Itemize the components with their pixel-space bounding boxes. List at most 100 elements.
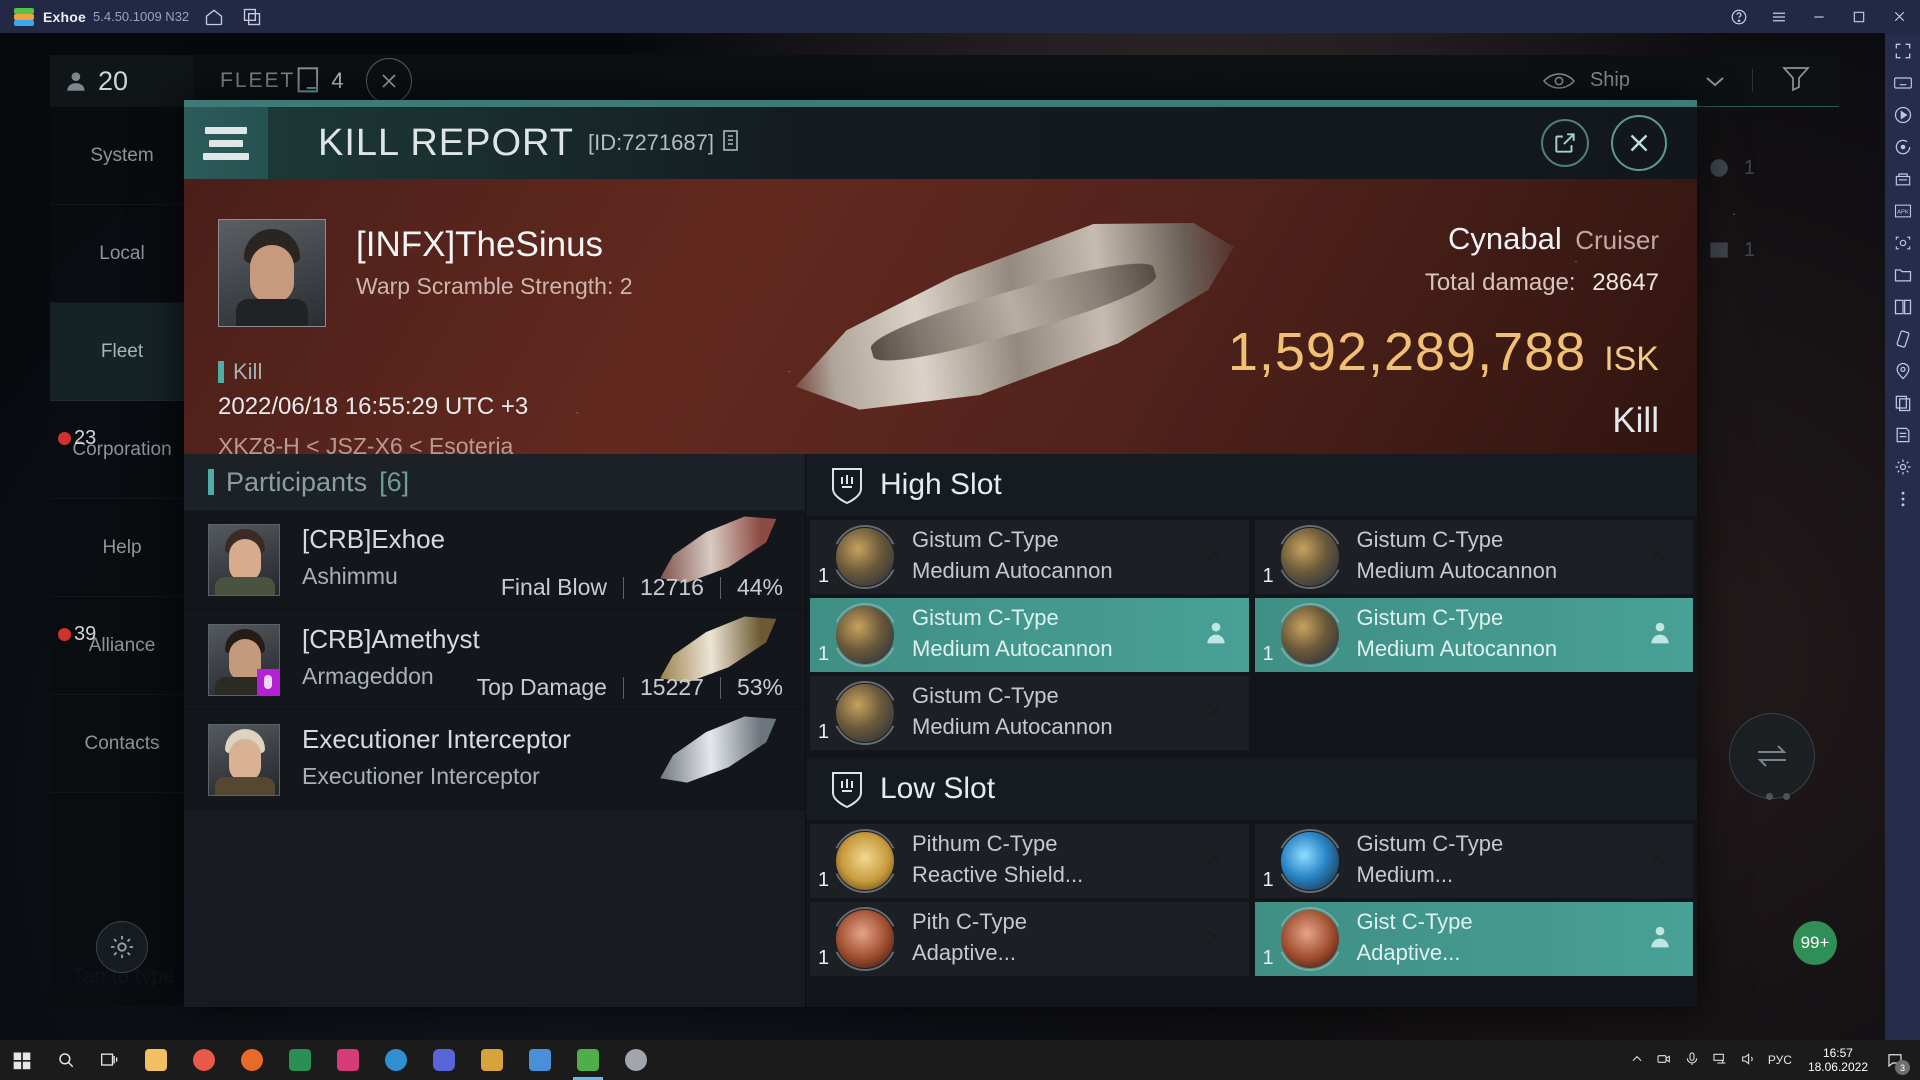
view-mode-dropdown[interactable]: Ship — [1542, 69, 1753, 92]
eye-icon — [1542, 72, 1575, 89]
task-view-icon[interactable] — [88, 1040, 132, 1080]
kill-report-body: Participants [6] [CRB]Exhoe Ashimmu Fina… — [184, 454, 1697, 1007]
shake-icon[interactable] — [1891, 327, 1915, 351]
windows-icon[interactable] — [0, 1040, 44, 1080]
afterburner-icon — [1280, 832, 1339, 890]
multi-instance-icon[interactable] — [1891, 295, 1915, 319]
module-item[interactable]: 1 Gistum C-Type Medium... — [1254, 824, 1693, 898]
view-mode-label: Ship — [1589, 69, 1630, 91]
section-title: High Slot — [880, 468, 1002, 501]
taskbar-app-store[interactable] — [468, 1040, 516, 1080]
macro-record-icon[interactable] — [1891, 103, 1915, 127]
victim-subtitle: Warp Scramble Strength: 2 — [356, 273, 633, 299]
unread-dot-icon — [58, 628, 71, 641]
victim-ship-info: Cynabal Cruiser — [1448, 221, 1659, 257]
close-icon — [1643, 540, 1673, 575]
close-icon[interactable] — [1611, 115, 1667, 171]
module-slot-empty — [1255, 676, 1694, 750]
script-icon[interactable] — [1891, 423, 1915, 447]
clock[interactable]: 16:57 18.06.2022 — [1808, 1046, 1868, 1074]
home-icon[interactable] — [201, 4, 227, 30]
taskbar-app-file-explorer[interactable] — [132, 1040, 180, 1080]
chat-channel-sidebar: 20 System Local Fleet 23 Corporation Hel… — [50, 55, 194, 1000]
external-link-icon[interactable] — [1541, 119, 1589, 167]
fullscreen-icon[interactable] — [1891, 39, 1915, 63]
window-count-group[interactable]: 4 — [295, 66, 344, 96]
module-item[interactable]: 1 Pithum C-Type Reactive Shield... — [810, 824, 1249, 898]
isk-amount: 1,592,289,788 — [1227, 322, 1587, 382]
taskbar-app-discord[interactable] — [420, 1040, 468, 1080]
notification-icon[interactable]: 3 — [1878, 1040, 1912, 1080]
module-item[interactable]: 1 Gistum C-Type Medium Autocannon — [1254, 520, 1693, 594]
victim-avatar — [218, 219, 326, 327]
participant-role: Final Blow — [500, 574, 607, 600]
media-folder-icon[interactable] — [1891, 263, 1915, 287]
module-item[interactable]: 1 Pith C-Type Adaptive... — [810, 902, 1249, 976]
module-name-line1: Pith C-Type — [912, 909, 1027, 934]
camera-icon[interactable] — [1656, 1051, 1672, 1070]
carousel-dots[interactable] — [1766, 793, 1790, 800]
filter-icon[interactable] — [1753, 64, 1839, 97]
copy-icon[interactable] — [1891, 391, 1915, 415]
taskbar-app-firefox[interactable] — [228, 1040, 276, 1080]
minimize-button[interactable] — [1806, 4, 1832, 30]
sidebar-item-label: Alliance — [88, 634, 156, 656]
chevron-up-icon[interactable] — [1630, 1052, 1644, 1069]
keyboard-icon[interactable] — [1891, 71, 1915, 95]
table-row[interactable]: Executioner Interceptor Executioner Inte… — [184, 710, 805, 810]
module-item[interactable]: 1 Gistum C-Type Medium Autocannon — [810, 598, 1249, 672]
sidebar-item-system[interactable]: System — [50, 107, 194, 205]
taskbar-app-bluestacks[interactable] — [564, 1040, 612, 1080]
windows-taskbar: РУС 16:57 18.06.2022 3 — [0, 1040, 1920, 1080]
search-icon[interactable] — [44, 1040, 88, 1080]
victim-ship-name: Cynabal — [1448, 221, 1562, 256]
taskbar-app-edge[interactable] — [372, 1040, 420, 1080]
close-button[interactable] — [1886, 4, 1912, 30]
sidebar-item-contacts[interactable]: Contacts — [50, 695, 194, 793]
taskbar-app-vlc[interactable] — [516, 1040, 564, 1080]
victim-ship-class: Cruiser — [1575, 225, 1659, 255]
microphone-icon[interactable] — [1684, 1051, 1700, 1070]
help-icon[interactable] — [1726, 4, 1752, 30]
module-item[interactable]: 1 Gistum C-Type Medium Autocannon — [810, 520, 1249, 594]
module-name-line1: Gistum C-Type — [1356, 527, 1504, 552]
swap-icon[interactable] — [1729, 713, 1815, 799]
copy-icon[interactable] — [720, 128, 742, 159]
menu-icon[interactable] — [1766, 4, 1792, 30]
language-indicator[interactable]: РУС — [1768, 1053, 1792, 1067]
settings-icon[interactable] — [1891, 455, 1915, 479]
autocannon-icon — [836, 606, 894, 664]
close-circle-icon[interactable] — [365, 57, 412, 104]
multi-instance-icon[interactable] — [239, 4, 265, 30]
table-row[interactable]: [CRB]Exhoe Ashimmu Final Blow 12716 44% — [184, 510, 805, 610]
module-item[interactable]: 1 Gistum C-Type Medium Autocannon — [810, 676, 1249, 750]
module-item[interactable]: 1 Gistum C-Type Medium Autocannon — [1254, 598, 1693, 672]
participants-count: [6] — [379, 466, 410, 497]
eco-mode-icon[interactable] — [1891, 167, 1915, 191]
more-icon[interactable] — [1891, 487, 1915, 511]
module-item[interactable]: 1 Gist C-Type Adaptive... — [1254, 902, 1693, 976]
autocannon-icon — [1280, 606, 1339, 664]
taskbar-app-chrome[interactable] — [180, 1040, 228, 1080]
install-apk-icon[interactable]: APK — [1891, 199, 1915, 223]
settings-button[interactable] — [50, 902, 194, 992]
sidebar-item-help[interactable]: Help — [50, 499, 194, 597]
sidebar-item-alliance[interactable]: 39 Alliance — [50, 597, 194, 695]
sidebar-item-fleet[interactable]: Fleet — [50, 303, 194, 401]
unread-badge: 23 — [58, 427, 96, 450]
sidebar-item-local[interactable]: Local — [50, 205, 194, 303]
taskbar-app-excel[interactable] — [276, 1040, 324, 1080]
taskbar-app-mail[interactable] — [324, 1040, 372, 1080]
taskbar-app-telegram[interactable] — [612, 1040, 660, 1080]
maximize-button[interactable] — [1846, 4, 1872, 30]
screenshot-icon[interactable] — [1891, 231, 1915, 255]
location-icon[interactable] — [1891, 359, 1915, 383]
table-row[interactable]: [CRB]Amethyst Armageddon Top Damage 1522… — [184, 610, 805, 710]
network-icon[interactable] — [1712, 1051, 1728, 1070]
kill-report-menu-button[interactable] — [184, 107, 268, 179]
sidebar-item-corporation[interactable]: 23 Corporation — [50, 401, 194, 499]
volume-icon[interactable] — [1740, 1051, 1756, 1070]
notification-count-badge[interactable]: 99+ — [1793, 921, 1837, 965]
svg-text:APK: APK — [1897, 210, 1909, 216]
rotate-icon[interactable] — [1891, 135, 1915, 159]
